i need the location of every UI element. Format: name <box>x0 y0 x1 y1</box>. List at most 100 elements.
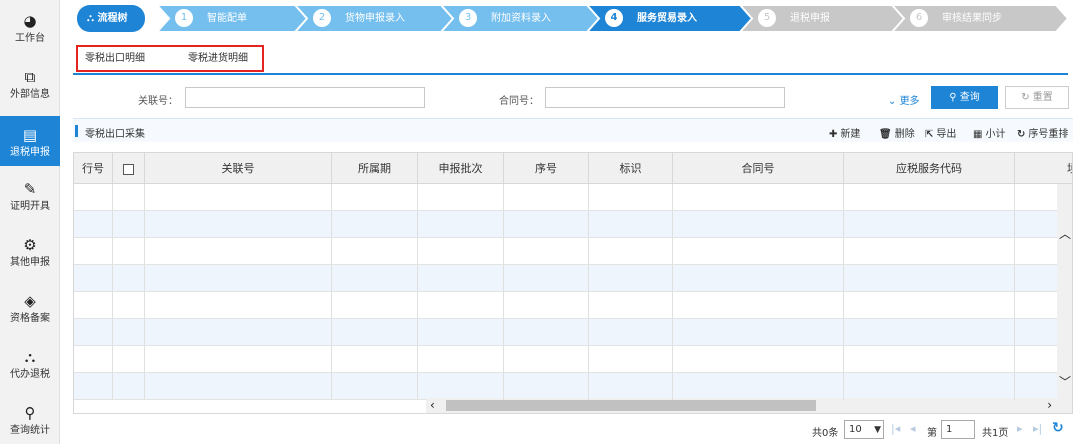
tool-label: 小计 <box>985 129 1006 140</box>
sidebar: ◕ 工作台 ⧉ 外部信息 ▤ 退税申报 ✎ 证明开具 ⚙ 其他申报 ◈ 资格备案 ⛬ 代办退税 ⚲ 查询统计 <box>0 0 60 444</box>
sidebar-item-2[interactable]: ▤ 退税申报 <box>0 116 60 166</box>
tool-export-button[interactable]: ⇱ 导出 <box>925 125 956 140</box>
grid-header-cell[interactable]: 应税服务代码 <box>844 153 1015 184</box>
section-title: 零税出口采集 <box>85 129 145 140</box>
grid-header-cell[interactable]: 合同号 <box>673 153 844 184</box>
grid-header-cell[interactable]: 境外单位名称 <box>1015 153 1072 184</box>
first-page-icon[interactable]: |◂ <box>891 422 900 435</box>
sidebar-item-1[interactable]: ⧉ 外部信息 <box>0 58 60 108</box>
page-number-input[interactable]: 1 <box>941 420 975 439</box>
query-label: 查询 <box>959 92 980 103</box>
step-3[interactable]: 3 附加资料录入 <box>459 5 551 32</box>
grid-header-cell[interactable] <box>113 153 145 184</box>
more-label: 更多 <box>899 96 920 107</box>
scroll-down-icon[interactable]: ﹀ <box>1059 376 1071 388</box>
step-label: 附加资料录入 <box>491 13 551 24</box>
grid-header-cell[interactable]: 序号 <box>504 153 589 184</box>
step-1[interactable]: 1 智能配单 <box>175 5 247 32</box>
grid-column-divider <box>417 184 418 400</box>
horizontal-scrollbar[interactable]: ‹ › <box>426 398 1072 413</box>
grid-header-cell[interactable]: 标识 <box>589 153 673 184</box>
grid-header-cell[interactable]: 关联号 <box>145 153 332 184</box>
grid-header-cell[interactable]: 行号 <box>74 153 113 184</box>
table-row[interactable] <box>74 184 1059 211</box>
chevron-down-icon: ▼ <box>874 425 881 435</box>
sidebar-item-0[interactable]: ◕ 工作台 <box>0 2 60 52</box>
stepbar-root[interactable]: ⛬ 流程树 <box>87 5 127 32</box>
step-number: 6 <box>910 8 928 27</box>
sidebar-item-4[interactable]: ⚙ 其他申报 <box>0 226 60 276</box>
grid-header-cell[interactable]: 申报批次 <box>418 153 504 184</box>
reset-label: 重置 <box>1032 92 1053 103</box>
reset-button[interactable]: ↻ 重置 <box>1005 86 1069 109</box>
chevron-down-icon: ⌄ <box>888 96 900 107</box>
sidebar-item-5[interactable]: ◈ 资格备案 <box>0 282 60 332</box>
sidebar-item-label: 查询统计 <box>10 425 50 436</box>
step-number: 2 <box>313 8 331 27</box>
grid-column-divider <box>503 184 504 400</box>
scroll-left-icon[interactable]: ‹ <box>430 399 435 411</box>
last-page-icon[interactable]: ▸| <box>1033 422 1042 435</box>
step-4[interactable]: 4 服务贸易录入 <box>605 5 697 32</box>
table-row[interactable] <box>74 319 1059 346</box>
tree-icon: ⛬ <box>87 13 98 24</box>
tool-refresh-button[interactable]: ↻ 序号重排 <box>1017 125 1068 140</box>
sidebar-item-label: 代办退税 <box>10 369 50 380</box>
more-link[interactable]: ⌄ 更多 <box>888 92 920 107</box>
page-label: 第 <box>927 428 937 439</box>
data-grid: 行号关联号所属期申报批次序号标识合同号应税服务代码境外单位名称合 ︿ ﹀ ‹ › <box>73 152 1073 414</box>
sidebar-item-3[interactable]: ✎ 证明开具 <box>0 170 60 220</box>
step-label: 货物申报录入 <box>345 13 405 24</box>
sitemap-icon: ⛬ <box>24 348 36 366</box>
select-all-checkbox[interactable] <box>123 163 134 175</box>
cube-icon: ◈ <box>24 292 36 310</box>
active-tab-underline <box>73 73 166 75</box>
step-6[interactable]: 6 审核结果同步 <box>910 5 1002 32</box>
guanlian-label: 关联号： <box>138 96 178 107</box>
page-size-select[interactable]: 10 ▼ <box>844 420 884 439</box>
step-2[interactable]: 2 货物申报录入 <box>313 5 405 32</box>
step-label: 退税申报 <box>790 13 830 24</box>
prev-page-icon[interactable]: ◂ <box>910 422 916 435</box>
refresh-icon[interactable]: ↻ <box>1052 420 1064 436</box>
table-row[interactable] <box>74 373 1059 400</box>
hetong-input[interactable] <box>545 87 785 108</box>
step-label: 审核结果同步 <box>942 13 1002 24</box>
sidebar-item-6[interactable]: ⛬ 代办退税 <box>0 338 60 388</box>
step-number: 5 <box>758 8 776 27</box>
sidebar-item-label: 其他申报 <box>10 257 50 268</box>
tab-purchase-detail[interactable]: 零税进货明细 <box>188 49 248 64</box>
scroll-up-icon[interactable]: ︿ <box>1059 228 1071 240</box>
guanlian-input[interactable] <box>185 87 425 108</box>
export-icon: ⇱ <box>925 129 934 140</box>
tool-calculator-button[interactable]: ▦ 小计 <box>973 125 1005 140</box>
tool-label: 删除 <box>894 129 915 140</box>
grid-column-divider <box>112 184 113 400</box>
table-row[interactable] <box>74 238 1059 265</box>
step-5[interactable]: 5 退税申报 <box>758 5 830 32</box>
section-marker <box>75 125 78 137</box>
external-info-icon: ⧉ <box>24 68 36 86</box>
tab-export-detail[interactable]: 零税出口明细 <box>85 49 145 64</box>
sidebar-item-7[interactable]: ⚲ 查询统计 <box>0 394 60 444</box>
table-row[interactable] <box>74 292 1059 319</box>
table-row[interactable] <box>74 265 1059 292</box>
grid-header-cell[interactable]: 所属期 <box>332 153 418 184</box>
pager-total: 共0条 <box>812 428 839 439</box>
scroll-right-icon[interactable]: › <box>1047 399 1052 411</box>
sidebar-item-label: 外部信息 <box>10 89 50 100</box>
table-row[interactable] <box>74 211 1059 238</box>
grid-column-divider <box>144 184 145 400</box>
grid-column-divider <box>843 184 844 400</box>
vertical-scrollbar[interactable]: ︿ ﹀ <box>1057 184 1072 398</box>
grid-column-divider <box>1014 184 1015 400</box>
table-row[interactable] <box>74 346 1059 373</box>
tool-trash-button[interactable]: 🗑 删除 <box>879 125 915 140</box>
tool-plus-button[interactable]: ✚ 新建 <box>829 125 860 140</box>
sidebar-item-label: 工作台 <box>15 33 45 44</box>
stepbar-root-label: 流程树 <box>97 13 128 24</box>
step-number: 4 <box>605 8 623 27</box>
horizontal-scroll-thumb[interactable] <box>446 400 816 411</box>
query-button[interactable]: ⚲ 查询 <box>931 86 998 109</box>
next-page-icon[interactable]: ▸ <box>1017 422 1023 435</box>
